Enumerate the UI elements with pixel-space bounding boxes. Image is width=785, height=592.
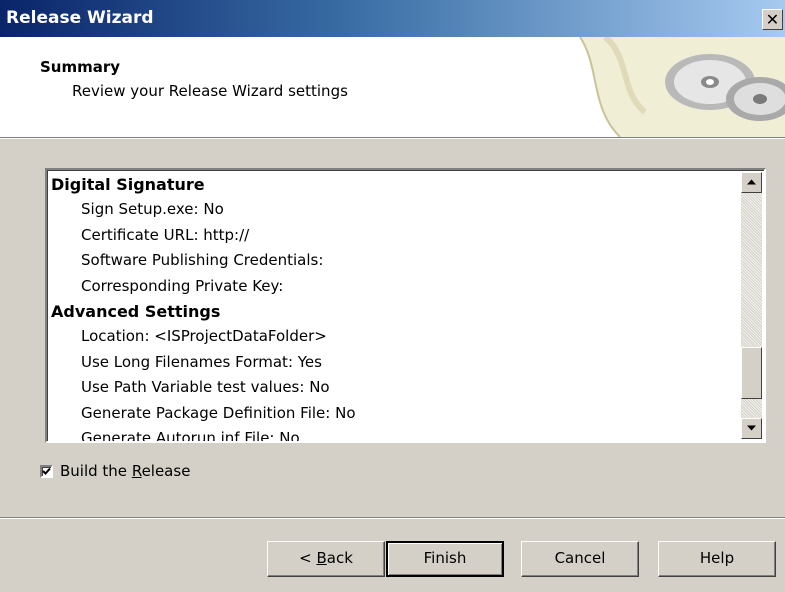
vertical-scrollbar[interactable] (741, 172, 762, 439)
summary-item: Certificate URL: http:// (81, 225, 250, 244)
scroll-up-arrow-icon[interactable] (741, 172, 762, 193)
window-title: Release Wizard (6, 8, 154, 28)
summary-content: Digital Signature Sign Setup.exe: No Certi… (51, 172, 740, 443)
summary-item: Generate Autorun.inf File: No (81, 428, 300, 443)
summary-item: Corresponding Private Key: (81, 276, 284, 295)
back-button[interactable]: < Back (267, 541, 385, 577)
button-separator (0, 517, 785, 519)
summary-section-heading: Digital Signature (51, 175, 205, 194)
close-icon[interactable]: ✕ (762, 9, 783, 30)
page-subtitle: Review your Release Wizard settings (72, 82, 348, 100)
finish-button[interactable]: Finish (386, 541, 504, 577)
wizard-header: Summary Review your Release Wizard setti… (0, 37, 785, 139)
disc-scroll-graphic (579, 37, 785, 137)
cancel-button[interactable]: Cancel (521, 541, 639, 577)
title-bar: Release Wizard ✕ (0, 0, 785, 37)
page-title: Summary (40, 58, 121, 76)
build-release-option[interactable]: Build the Release (40, 462, 190, 480)
summary-item: Location: <ISProjectDataFolder> (81, 327, 327, 346)
summary-section-heading: Advanced Settings (51, 301, 221, 321)
summary-item: Software Publishing Credentials: (81, 251, 324, 270)
help-button[interactable]: Help (658, 541, 776, 577)
scroll-down-arrow-icon[interactable] (741, 418, 762, 439)
scrollbar-thumb[interactable] (741, 347, 762, 399)
summary-item: Use Path Variable test values: No (81, 378, 330, 397)
checkmark-icon (42, 467, 51, 475)
summary-item: Use Long Filenames Format: Yes (81, 352, 322, 371)
summary-item: Generate Package Definition File: No (81, 403, 356, 422)
summary-item: Sign Setup.exe: No (81, 200, 224, 219)
build-release-checkbox[interactable] (40, 464, 53, 478)
summary-listbox[interactable]: Digital Signature Sign Setup.exe: No Certi… (45, 168, 766, 443)
build-release-label: Build the Release (60, 462, 191, 480)
